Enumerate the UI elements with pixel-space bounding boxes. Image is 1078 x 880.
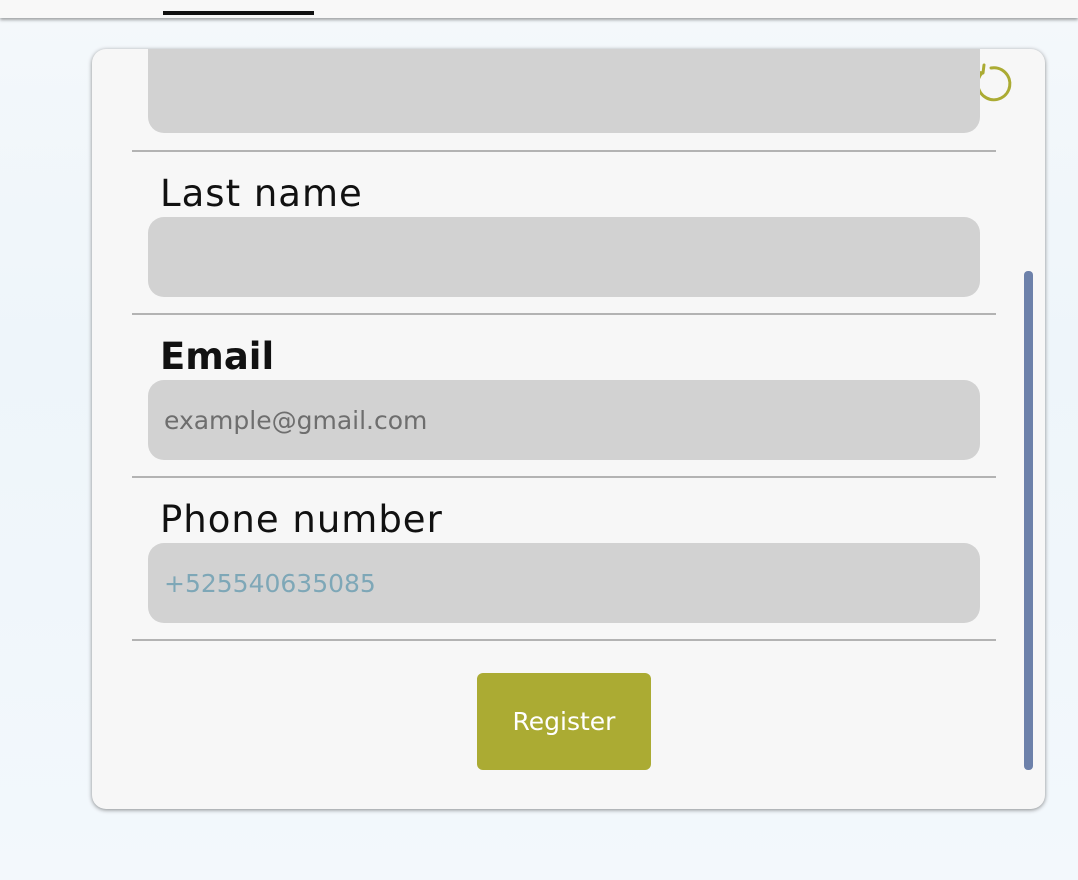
divider (132, 476, 996, 478)
divider (132, 639, 996, 641)
last-name-label: Last name (160, 172, 363, 215)
top-navigation-bar (0, 0, 1078, 18)
active-tab-indicator (163, 11, 314, 15)
register-button[interactable]: Register (477, 673, 651, 770)
vertical-scrollbar[interactable] (1024, 271, 1033, 770)
email-input[interactable]: example@gmail.com (148, 380, 980, 460)
registration-form-card: Last name Email example@gmail.com Phone … (92, 49, 1045, 809)
divider (132, 150, 996, 152)
first-name-input[interactable] (148, 49, 980, 133)
phone-number-input[interactable]: +525540635085 (148, 543, 980, 623)
last-name-input[interactable] (148, 217, 980, 297)
phone-number-label: Phone number (160, 498, 443, 541)
divider (132, 313, 996, 315)
email-label: Email (160, 335, 275, 378)
